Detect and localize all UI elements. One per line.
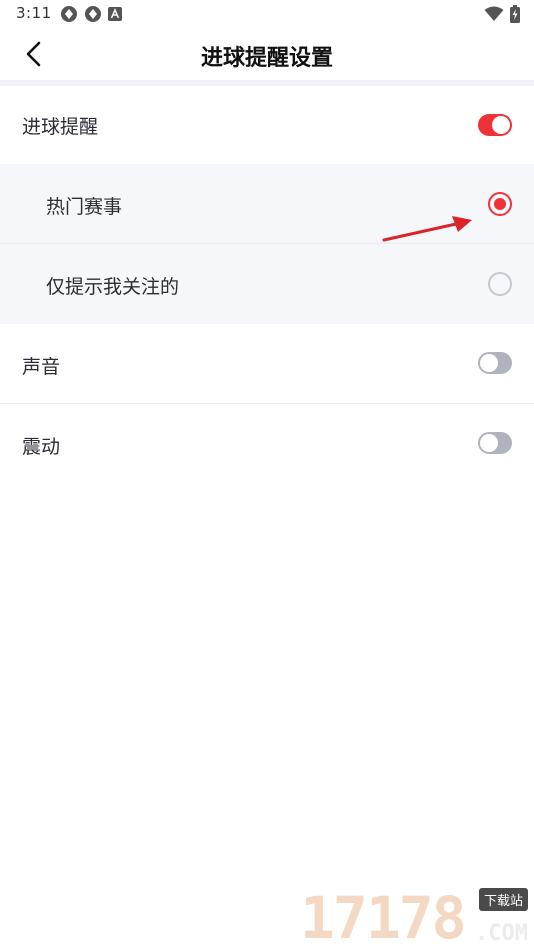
hot-matches-label: 热门赛事 xyxy=(46,196,123,218)
sync-icon xyxy=(61,6,77,22)
sound-toggle[interactable] xyxy=(478,352,512,374)
red-arrow-icon xyxy=(382,216,472,242)
sound-label: 声音 xyxy=(22,356,61,378)
watermark-digits: 17178 xyxy=(300,884,467,952)
a-badge-icon xyxy=(108,7,122,21)
toggle-knob xyxy=(480,434,498,452)
watermark-domain: .COM xyxy=(475,921,528,946)
status-bar: 3:11 xyxy=(0,0,534,28)
setting-row-vibration[interactable]: 震动 xyxy=(0,404,534,484)
battery-charging-icon xyxy=(510,5,520,23)
vibration-label: 震动 xyxy=(22,436,61,458)
radio-dot xyxy=(494,198,506,210)
toggle-knob xyxy=(480,354,498,372)
status-time: 3:11 xyxy=(16,4,52,22)
sync-icon xyxy=(85,6,101,22)
watermark-logo: 17178 下载站 .COM xyxy=(300,888,530,948)
setting-row-goal-alert[interactable]: 进球提醒 xyxy=(0,86,534,166)
wifi-icon xyxy=(484,6,504,21)
only-followed-radio[interactable] xyxy=(488,272,512,296)
watermark-badge: 下载站 xyxy=(478,888,528,911)
setting-row-sound[interactable]: 声音 xyxy=(0,324,534,404)
page-title: 进球提醒设置 xyxy=(200,46,333,71)
goal-alert-toggle[interactable] xyxy=(478,114,512,136)
only-followed-label: 仅提示我关注的 xyxy=(46,276,180,298)
hot-matches-radio[interactable] xyxy=(488,192,512,216)
nav-bar: 进球提醒设置 xyxy=(0,28,534,80)
status-icons-left xyxy=(60,5,122,23)
status-icons-right xyxy=(484,5,520,23)
toggle-knob xyxy=(492,116,510,134)
vibration-toggle[interactable] xyxy=(478,432,512,454)
option-row-only-followed[interactable]: 仅提示我关注的 xyxy=(0,244,534,324)
goal-alert-label: 进球提醒 xyxy=(22,116,99,138)
